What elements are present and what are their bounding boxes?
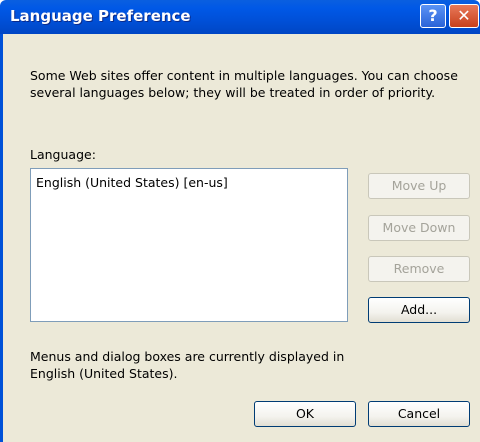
list-item[interactable]: English (United States) [en-us] <box>36 175 228 190</box>
move-down-button[interactable]: Move Down <box>368 215 470 241</box>
move-up-button[interactable]: Move Up <box>368 173 470 199</box>
title-bar[interactable]: Language Preference ? ✕ <box>0 0 480 34</box>
cancel-button[interactable]: Cancel <box>368 401 470 427</box>
intro-text: Some Web sites offer content in multiple… <box>30 68 458 100</box>
language-listbox[interactable]: English (United States) [en-us] <box>30 168 348 322</box>
dialog-title: Language Preference <box>10 7 191 25</box>
close-icon[interactable]: ✕ <box>449 4 479 28</box>
help-icon[interactable]: ? <box>420 4 446 28</box>
add-button[interactable]: Add... <box>368 297 470 323</box>
language-preference-dialog: Language Preference ? ✕ Some Web sites o… <box>0 0 480 442</box>
language-label: Language: <box>30 147 96 162</box>
remove-button[interactable]: Remove <box>368 256 470 282</box>
footer-text: Menus and dialog boxes are currently dis… <box>30 349 345 381</box>
ok-button[interactable]: OK <box>254 401 356 427</box>
